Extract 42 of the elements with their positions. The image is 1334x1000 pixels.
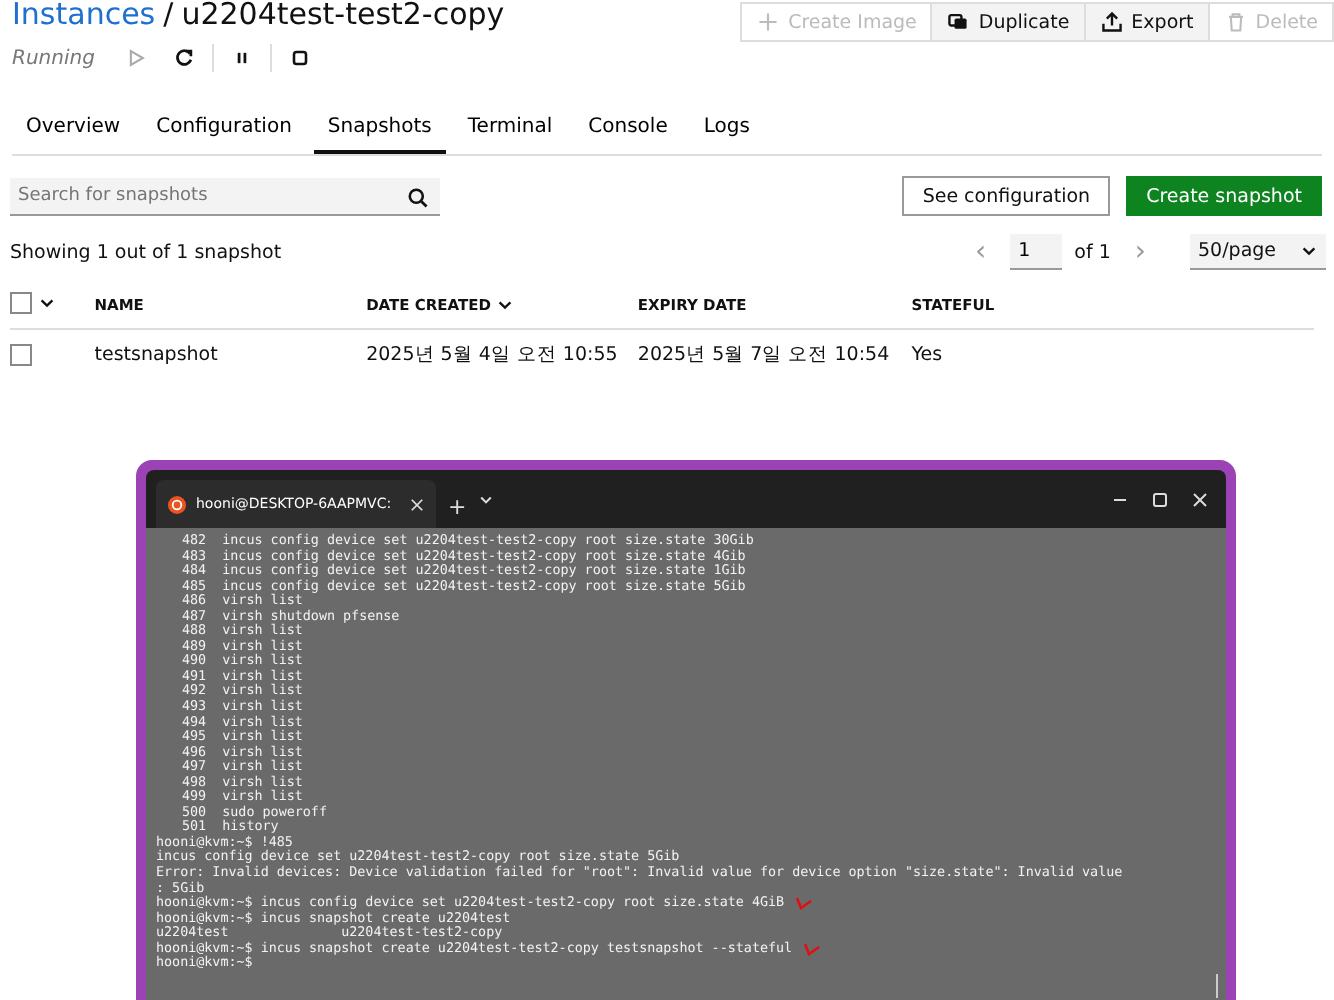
tab[interactable]: Overview [12,110,135,154]
new-tab-button[interactable]: + [436,484,479,528]
create-snapshot-button[interactable]: Create snapshot [1126,176,1322,216]
table-cell: 2025년 5월 4일 오전 10:55 [366,344,618,366]
see-configuration-button[interactable]: See configuration [902,176,1111,216]
select-all-checkbox[interactable] [10,292,32,314]
breadcrumb-link[interactable]: Instances [12,0,156,32]
table-cell: testsnapshot [94,344,218,366]
breadcrumb-separator: / [163,0,174,32]
restart-icon [172,46,196,70]
table-cell: 2025년 5월 7일 오전 10:54 [637,344,890,366]
export-button[interactable]: Export [1083,4,1208,40]
results-summary: Showing 1 out of 1 snapshot [10,241,282,263]
search-field[interactable]: Search for snapshots [10,177,440,215]
page-input[interactable]: 1 [1010,234,1063,270]
plus-icon [756,10,781,34]
dropdown-caret-icon[interactable] [478,491,495,507]
tab[interactable]: Logs [689,110,764,154]
close-icon[interactable] [1190,489,1210,509]
play-icon [124,46,148,70]
page-size-select[interactable]: 50/page [1190,234,1326,270]
tab[interactable]: Terminal [453,110,567,154]
copy-icon [946,10,971,34]
ubuntu-icon [168,495,186,513]
sort-icon[interactable] [496,296,515,314]
maximize-icon[interactable] [1150,489,1170,509]
status-label: Running [12,47,97,69]
upload-icon [1099,10,1124,34]
tab[interactable]: Snapshots [313,110,446,154]
stop-icon [288,46,312,70]
page-count: of 1 [1074,241,1111,263]
tab[interactable]: Console [574,110,682,154]
close-icon[interactable] [410,497,424,511]
caret-icon [1300,242,1318,260]
caret-icon[interactable] [38,294,56,312]
duplicate-button[interactable]: Duplicate [930,4,1084,40]
row-checkbox[interactable] [10,343,32,366]
table-cell: Yes [911,344,943,366]
search-icon [406,185,430,209]
trash-icon [1223,10,1248,34]
instance-title: u2204test-test2-copy [181,0,505,32]
tab[interactable]: Configuration [142,110,306,154]
